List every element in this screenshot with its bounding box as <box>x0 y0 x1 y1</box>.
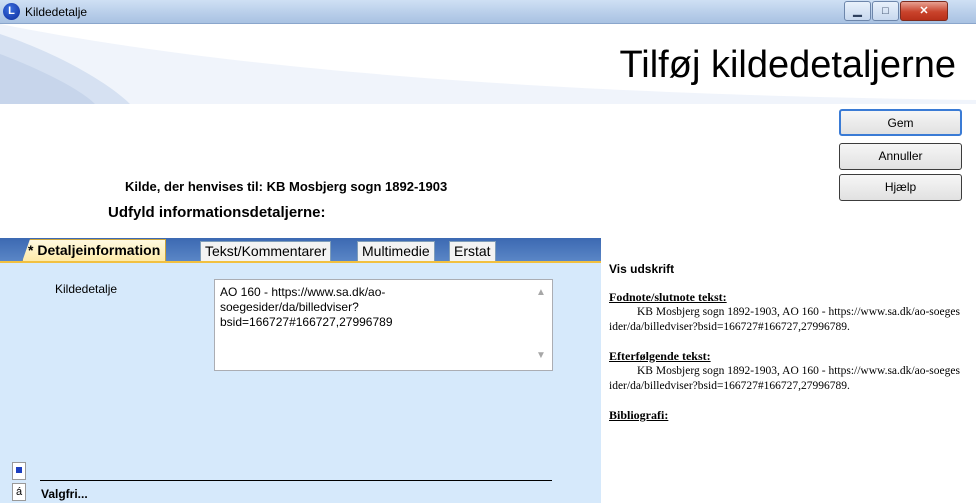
save-button[interactable]: Gem <box>839 109 962 136</box>
close-button[interactable]: ✕ <box>900 1 948 21</box>
special-char-button[interactable]: á <box>12 483 26 501</box>
bibliography-header: Bibliografi: <box>609 408 669 422</box>
divider <box>40 480 552 481</box>
app-icon: L <box>3 3 20 20</box>
subsequent-text: KB Mosbjerg sogn 1892-1903, AO 160 - htt… <box>609 365 960 392</box>
tab-label: Multimedie <box>362 243 430 259</box>
print-preview: Fodnote/slutnote tekst: KB Mosbjerg sogn… <box>609 290 961 437</box>
page-title: Tilføj kildedetaljerne <box>619 44 956 86</box>
tab-detail-information[interactable]: * Detaljeinformation <box>22 239 167 262</box>
footnote-header: Fodnote/slutnote tekst: <box>609 290 727 304</box>
square-icon <box>16 467 22 473</box>
optional-label[interactable]: Valgfri... <box>41 487 88 501</box>
tab-label: Erstat <box>454 243 491 259</box>
source-detail-label: Kildedetalje <box>55 282 118 296</box>
instruction-heading: Udfyld informationsdetaljerne: <box>108 204 326 221</box>
marker-button[interactable] <box>12 462 26 480</box>
maximize-button[interactable]: □ <box>872 1 899 21</box>
tab-label: * Detaljeinformation <box>28 242 161 258</box>
tab-replace[interactable]: Erstat <box>449 241 496 261</box>
cited-source-line: Kilde, der henvises til: KB Mosbjerg sog… <box>125 179 448 194</box>
minimize-icon: ▁ <box>853 5 862 17</box>
tab-multimedia[interactable]: Multimedie <box>357 241 435 261</box>
title-bar: L Kildedetalje ▁ □ ✕ <box>0 0 976 24</box>
cancel-button[interactable]: Annuller <box>839 143 962 170</box>
source-detail-textarea[interactable]: AO 160 - https://www.sa.dk/ao- soegeside… <box>214 279 553 371</box>
maximize-icon: □ <box>882 5 889 17</box>
close-icon: ✕ <box>919 5 929 17</box>
scroll-down-icon[interactable]: ▼ <box>536 350 546 361</box>
print-preview-title: Vis udskrift <box>609 262 675 276</box>
minimize-button[interactable]: ▁ <box>844 1 871 21</box>
scroll-up-icon[interactable]: ▲ <box>536 287 546 298</box>
window-title: Kildedetalje <box>25 5 88 19</box>
help-button[interactable]: Hjælp <box>839 174 962 201</box>
footnote-text: KB Mosbjerg sogn 1892-1903, AO 160 - htt… <box>609 306 960 333</box>
subsequent-header: Efterfølgende tekst: <box>609 349 711 363</box>
tab-text-comments[interactable]: Tekst/Kommentarer <box>200 241 332 261</box>
tab-label: Tekst/Kommentarer <box>205 243 327 259</box>
